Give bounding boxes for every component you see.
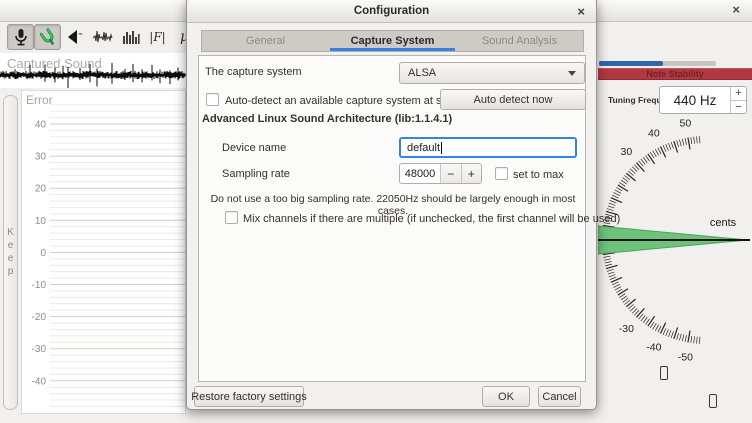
tuning-fork-icon [39, 28, 57, 46]
autodetect-checkbox[interactable] [206, 93, 219, 106]
missing-glyph-icon [709, 394, 717, 408]
tuning-frequency-buttons: + − [730, 87, 746, 113]
cents-gauge: 30 40 50 -30 -40 -50 cents [598, 112, 752, 423]
restore-factory-settings-label: Restore factory settings [191, 391, 307, 403]
svg-text:30: 30 [35, 152, 47, 163]
audio-output-button[interactable] [61, 24, 88, 50]
text-caret [441, 142, 442, 154]
error-history-panel: 40 30 20 10 0 -10 -20 -30 -40 Error [21, 90, 186, 414]
capture-toggle-button[interactable] [7, 24, 34, 50]
svg-text:-30: -30 [619, 323, 634, 335]
tuning-frequency-value[interactable]: 440 Hz [660, 87, 730, 113]
dialog-tabstrip: General Capture System Sound Analysis [201, 30, 584, 52]
cancel-label: Cancel [542, 391, 576, 403]
tab-general[interactable]: General [202, 31, 329, 51]
sampling-rate-increment-button[interactable]: + [461, 164, 482, 183]
capture-system-value: ALSA [408, 67, 436, 79]
svg-text:-40: -40 [32, 376, 47, 387]
missing-glyph-icon [660, 366, 668, 380]
dialog-titlebar: Configuration × [187, 0, 596, 23]
tuning-frequency-increment-button[interactable]: + [731, 87, 746, 101]
device-name-label: Device name [222, 142, 286, 154]
capture-system-panel: The capture system ALSA Auto-detect an a… [198, 55, 586, 382]
mix-channels-label: Mix channels if there are multiple (if u… [243, 213, 620, 225]
tab-sound-analysis[interactable]: Sound Analysis [456, 31, 583, 51]
keep-button-label: Keep [5, 227, 16, 279]
sampling-rate-value[interactable]: 48000 [400, 164, 440, 183]
svg-text:-40: -40 [646, 341, 661, 353]
captured-sound-view-button[interactable] [89, 24, 116, 50]
set-to-max-label: set to max [513, 169, 564, 181]
histogram-icon [122, 30, 140, 45]
auto-detect-now-button[interactable]: Auto detect now [440, 89, 586, 110]
svg-text:-50: -50 [678, 352, 693, 364]
tab-capture-system[interactable]: Capture System [329, 31, 456, 51]
svg-text:30: 30 [621, 146, 633, 158]
tuning-frequency-spinner[interactable]: 440 Hz + − [659, 86, 747, 114]
dialog-title: Configuration [354, 5, 429, 17]
svg-text:cents: cents [710, 217, 737, 229]
autodetect-checkbox-label: Auto-detect an available capture system … [225, 95, 470, 107]
svg-text:20: 20 [35, 184, 47, 195]
auto-detect-now-label: Auto detect now [474, 94, 553, 106]
speaker-icon [66, 29, 84, 45]
svg-text:10: 10 [35, 216, 47, 227]
fft-icon: |F| [149, 30, 165, 44]
fmit-application: × [0, 0, 752, 423]
sampling-rate-decrement-button[interactable]: − [440, 164, 461, 183]
audio-level-bar [599, 61, 716, 66]
auto-tuning-toggle-button[interactable] [34, 24, 61, 50]
ok-button[interactable]: OK [482, 386, 530, 407]
configuration-dialog: Configuration × General Capture System S… [186, 0, 597, 410]
svg-text:50: 50 [679, 117, 691, 129]
mix-channels-checkbox[interactable] [225, 211, 238, 224]
note-stability-bar: Note Stability [598, 68, 752, 80]
audio-level-fill [599, 61, 663, 66]
main-window-close-icon[interactable]: × [732, 2, 740, 17]
captured-sound-view: Captured Sound [0, 53, 186, 88]
dialog-close-icon[interactable]: × [577, 4, 585, 19]
device-name-value: default [407, 142, 440, 154]
set-to-max-checkbox[interactable] [495, 167, 508, 180]
cancel-button[interactable]: Cancel [538, 386, 581, 407]
svg-text:0: 0 [40, 248, 46, 259]
svg-text:-30: -30 [32, 344, 47, 355]
keep-button[interactable]: Keep [3, 95, 18, 410]
svg-text:40: 40 [648, 128, 660, 140]
note-stability-label: Note Stability [646, 69, 704, 79]
device-name-input[interactable]: default [399, 137, 577, 158]
chevron-down-icon [568, 71, 576, 76]
svg-text:40: 40 [35, 120, 47, 131]
svg-text:-10: -10 [32, 280, 47, 291]
error-panel-title: Error [26, 93, 53, 107]
error-axis-grid: 40 30 20 10 0 -10 -20 -30 -40 [22, 91, 186, 414]
svg-text:-20: -20 [32, 312, 47, 323]
sampling-rate-label: Sampling rate [222, 168, 290, 180]
statistics-view-button[interactable] [117, 24, 144, 50]
captured-waveform [0, 53, 186, 88]
restore-factory-settings-button[interactable]: Restore factory settings [194, 386, 304, 407]
ok-label: OK [498, 391, 514, 403]
waveform-icon [93, 29, 113, 45]
microphone-icon [13, 28, 29, 46]
fft-view-button[interactable]: |F| [144, 24, 171, 50]
capture-system-label: The capture system [205, 66, 302, 78]
capture-system-combobox[interactable]: ALSA [399, 62, 585, 84]
alsa-heading: Advanced Linux Sound Architecture (lib:1… [202, 113, 452, 125]
sampling-rate-spinner[interactable]: 48000 − + [399, 163, 482, 184]
